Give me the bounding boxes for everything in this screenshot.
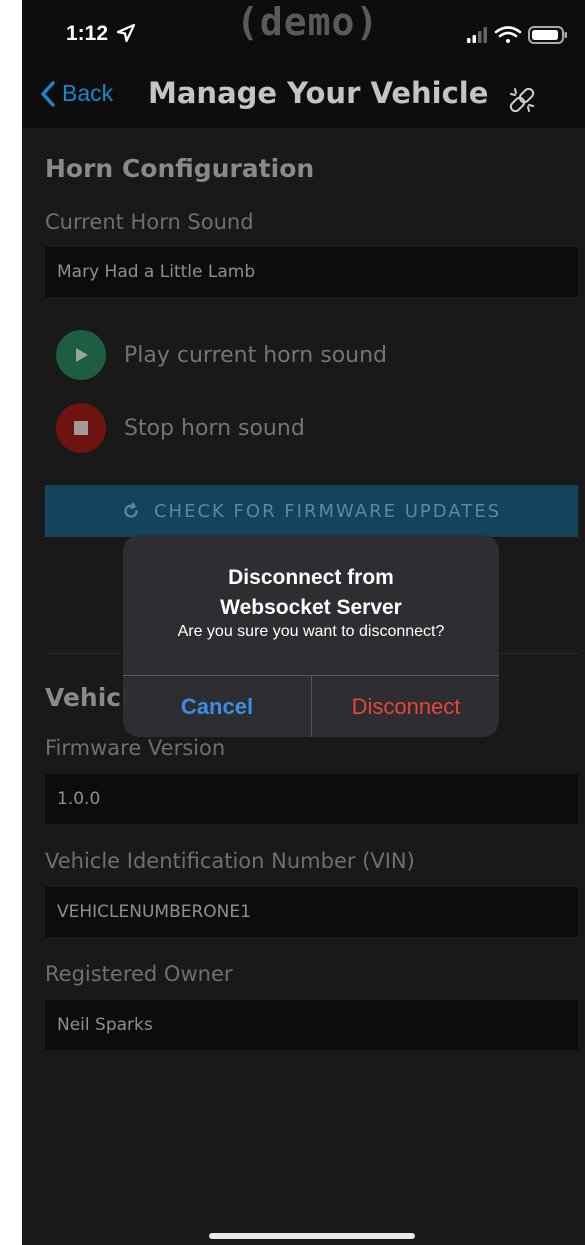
disconnect-dialog: Disconnect from Websocket Server Are you… — [123, 535, 499, 737]
firmware-version-field[interactable]: 1.0.0 — [45, 774, 578, 824]
home-indicator[interactable] — [209, 1233, 415, 1239]
stop-horn-button[interactable]: Stop horn sound — [56, 403, 305, 453]
battery-icon — [528, 26, 567, 44]
play-horn-button[interactable]: Play current horn sound — [56, 330, 387, 380]
owner-label: Registered Owner — [45, 962, 233, 986]
status-time: 1:12 — [66, 22, 136, 46]
dialog-title: Disconnect from Websocket Server — [123, 563, 499, 623]
cellular-signal-icon — [467, 27, 487, 43]
unlink-icon[interactable] — [506, 84, 538, 116]
dialog-message: Are you sure you want to disconnect? — [177, 623, 445, 640]
cancel-button[interactable]: Cancel — [123, 676, 311, 737]
stop-icon — [56, 403, 106, 453]
horn-section-title: Horn Configuration — [45, 154, 315, 183]
play-horn-label: Play current horn sound — [124, 342, 388, 368]
firmware-version-label: Firmware Version — [45, 736, 226, 760]
vin-label: Vehicle Identification Number (VIN) — [45, 849, 415, 873]
phone-screen: 1:12 (demo) Back Manage Your Vehicle Hor… — [22, 0, 585, 1245]
play-icon — [56, 330, 106, 380]
owner-field[interactable]: Neil Sparks — [45, 1000, 578, 1050]
top-bar: 1:12 (demo) Back Manage Your Vehicle — [22, 0, 585, 128]
chevron-left-icon — [41, 80, 55, 107]
dialog-title-line2: Websocket Server — [220, 596, 402, 619]
stop-horn-label: Stop horn sound — [124, 415, 305, 441]
back-label: Back — [62, 80, 114, 106]
dialog-title-line1: Disconnect from — [228, 566, 394, 589]
page-title: Manage Your Vehicle — [148, 76, 489, 110]
vin-field[interactable]: VEHICLENUMBERONE1 — [45, 887, 578, 937]
demo-watermark: (demo) — [236, 0, 380, 44]
check-firmware-button[interactable]: CHECK FOR FIRMWARE UPDATES — [45, 485, 578, 537]
vehicle-section-title: Vehicl — [45, 683, 130, 712]
refresh-icon — [124, 502, 138, 518]
disconnect-button[interactable]: Disconnect — [312, 676, 499, 737]
wifi-icon — [494, 26, 522, 43]
status-icons — [467, 26, 567, 44]
check-firmware-label: CHECK FOR FIRMWARE UPDATES — [153, 500, 502, 522]
location-arrow-icon — [116, 23, 135, 43]
current-horn-label: Current Horn Sound — [45, 210, 254, 234]
current-horn-field[interactable]: Mary Had a Little Lamb — [45, 247, 578, 297]
back-button[interactable]: Back — [40, 80, 113, 107]
